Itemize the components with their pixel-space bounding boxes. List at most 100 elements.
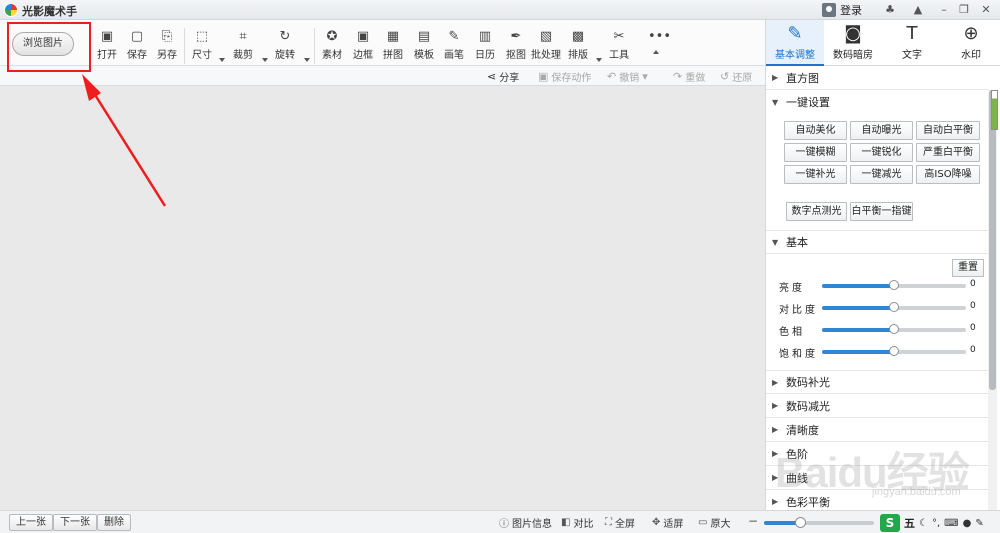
tab-basic-adjust[interactable]: ✎ 基本调整 [766, 20, 824, 66]
tool-material[interactable]: ✪ 素材 [321, 30, 343, 64]
preset-button[interactable]: 自动白平衡 [916, 121, 980, 140]
compare-button[interactable]: ◧ 对比 [561, 515, 593, 530]
preset-button[interactable]: 白平衡一指键 [850, 202, 913, 221]
compare-icon: ◧ [561, 517, 571, 528]
preset-button[interactable]: 一键减光 [850, 165, 913, 184]
adjust-slider[interactable] [822, 280, 966, 290]
tool-crop[interactable]: ⌗ 裁剪 [232, 30, 254, 64]
rotate-icon: ↻ [279, 29, 291, 44]
section-label: 色阶 [786, 447, 808, 461]
tool-border[interactable]: ▣ 边框 [352, 30, 374, 64]
preset-button[interactable]: 高ISO降噪 [916, 165, 980, 184]
tool-collage[interactable]: ▦ 拼图 [382, 30, 404, 64]
dropdown-arrow-icon[interactable] [219, 58, 225, 62]
tool-open[interactable]: ▣ 打开 [96, 30, 118, 64]
chevron-right-icon: ▶ [772, 497, 779, 506]
save-icon: ▢ [130, 29, 144, 44]
tool-template[interactable]: ▤ 模板 [413, 30, 435, 64]
tool-more[interactable]: ••• [645, 30, 671, 64]
tool-size[interactable]: ⬚ 尺寸 [191, 30, 213, 64]
section-basic[interactable]: ▼ 基本 [766, 230, 988, 254]
menu-icon[interactable]: ▲ [908, 2, 928, 18]
tool-label: 模板 [414, 50, 434, 61]
slider-label: 亮度 [779, 283, 805, 294]
tool-calendar[interactable]: ▥ 日历 [474, 30, 496, 64]
preset-button[interactable]: 数字点测光 [786, 202, 847, 221]
ime-toolbar[interactable]: S 五 ☾ °, ⌨ ● ✎ [880, 513, 984, 533]
zoom-knob[interactable] [795, 517, 807, 528]
dropdown-arrow-icon[interactable] [596, 58, 602, 62]
panel-scrollbar[interactable] [988, 90, 997, 510]
fullscreen-button[interactable]: ⛶ 全屏 [605, 515, 635, 530]
chevron-down-icon: ▼ [772, 237, 779, 247]
section-collapsed[interactable]: ▶ 数码减光 [766, 394, 988, 418]
tool-save[interactable]: ▢ 保存 [126, 30, 148, 64]
share-button[interactable]: ⋖ 分享 [487, 69, 519, 84]
tool-batch[interactable]: ▧ 批处理 [531, 30, 561, 64]
scroll-thumb[interactable] [989, 90, 996, 390]
section-collapsed[interactable]: ▶ 数码补光 [766, 370, 988, 394]
fit-icon: ✥ [652, 517, 661, 528]
fit-screen-button[interactable]: ✥ 适屏 [652, 515, 683, 530]
skin-icon[interactable]: ♣ [880, 2, 900, 18]
more-expand-icon[interactable] [653, 50, 659, 54]
image-canvas[interactable] [0, 86, 765, 510]
tab-text[interactable]: T 文字 [883, 20, 941, 66]
preset-button[interactable]: 严重白平衡 [916, 143, 980, 162]
crop-icon: ⌗ [239, 29, 247, 44]
zoom-slider[interactable] [764, 517, 874, 528]
tool-cutout[interactable]: ✒ 抠图 [505, 30, 527, 64]
prev-image-button[interactable]: 上一张 [9, 514, 53, 531]
slider-knob[interactable] [889, 324, 899, 334]
close-button[interactable]: ✕ [976, 2, 996, 18]
cutout-icon: ✒ [510, 29, 522, 44]
tool-save-as[interactable]: ⎘ 另存 [156, 30, 178, 64]
login-button[interactable]: 登录 [822, 2, 862, 18]
tab-watermark[interactable]: ⊕ 水印 [942, 20, 1000, 66]
maximize-button[interactable]: ❐ [954, 2, 974, 18]
section-collapsed[interactable]: ▶ 曲线 [766, 466, 988, 490]
section-histogram[interactable]: ▶ 直方图 [766, 66, 988, 90]
reset-button[interactable]: 重置 [952, 259, 984, 277]
size-icon: ⬚ [195, 29, 209, 44]
preset-button[interactable]: 自动美化 [784, 121, 847, 140]
slider-knob[interactable] [889, 302, 899, 312]
adjust-slider[interactable] [822, 324, 966, 334]
restore-button[interactable]: ↺ 还原 [720, 69, 752, 84]
adjust-slider[interactable] [822, 346, 966, 356]
preset-button[interactable]: 一键补光 [784, 165, 847, 184]
tab-darkroom[interactable]: ◙ 数码暗房 [824, 20, 882, 66]
image-info-button[interactable]: ⓘ 图片信息 [499, 515, 552, 530]
login-label: 登录 [840, 4, 862, 17]
minimize-button[interactable]: – [934, 2, 954, 18]
preset-button[interactable]: 自动曝光 [850, 121, 913, 140]
collage-icon: ▦ [386, 29, 400, 44]
next-image-button[interactable]: 下一张 [53, 514, 97, 531]
chevron-right-icon: ▶ [772, 377, 779, 387]
tool-tools[interactable]: ✂ 工具 [608, 30, 630, 64]
zoom-out-button[interactable]: − [748, 514, 758, 528]
chevron-down-icon: ▼ [772, 97, 779, 107]
save-action-button[interactable]: ▣ 保存动作 [538, 69, 591, 84]
section-collapsed[interactable]: ▶ 清晰度 [766, 418, 988, 442]
section-label: 曲线 [786, 471, 808, 485]
redo-button[interactable]: ↷ 重做 [673, 69, 705, 84]
delete-button[interactable]: 删除 [97, 514, 131, 531]
adjust-slider[interactable] [822, 302, 966, 312]
tool-rotate[interactable]: ↻ 旋转 [274, 30, 296, 64]
undo-button[interactable]: ↶ 撤销 ▾ [607, 69, 648, 84]
toolbar-divider [314, 28, 315, 64]
tool-label: 尺寸 [192, 50, 212, 61]
preset-button[interactable]: 一键锐化 [850, 143, 913, 162]
section-one-click[interactable]: ▼ 一键设置 [766, 90, 988, 114]
tool-brush[interactable]: ✎ 画笔 [443, 30, 465, 64]
section-collapsed[interactable]: ▶ 色阶 [766, 442, 988, 466]
slider-knob[interactable] [889, 346, 899, 356]
tool-layout[interactable]: ▩ 排版 [567, 30, 589, 64]
preset-button[interactable]: 一键模糊 [784, 143, 847, 162]
section-collapsed[interactable]: ▶ 色彩平衡 [766, 490, 988, 510]
dropdown-arrow-icon[interactable] [304, 58, 310, 62]
dropdown-arrow-icon[interactable] [262, 58, 268, 62]
original-size-button[interactable]: ▭ 原大 [698, 515, 730, 530]
slider-knob[interactable] [889, 280, 899, 290]
